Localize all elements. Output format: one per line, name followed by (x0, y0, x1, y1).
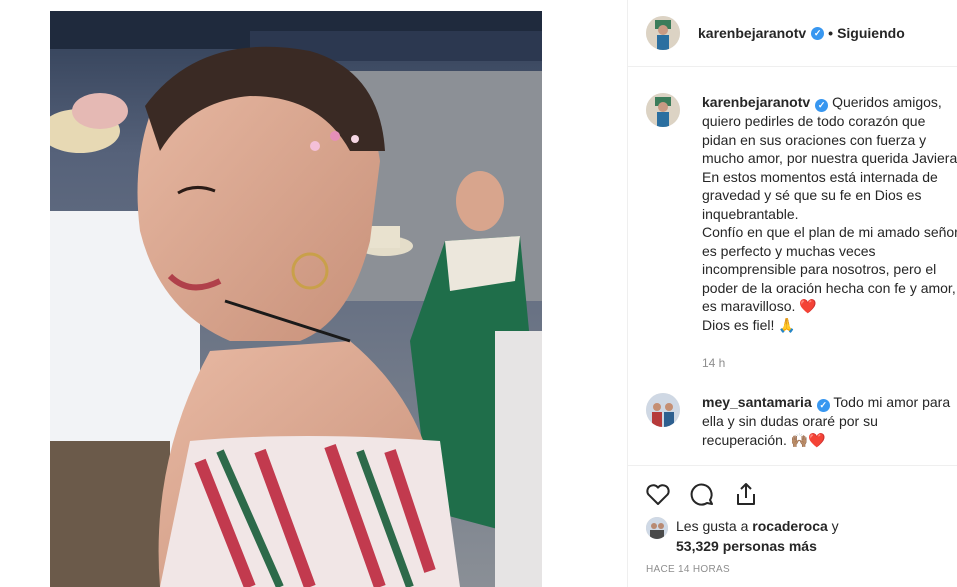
avatar-image-icon (646, 393, 680, 427)
avatar-image-icon (646, 517, 668, 539)
comment-author[interactable]: mey_santamaria (702, 394, 812, 410)
author-username[interactable]: karenbejaranotv (698, 25, 806, 41)
heart-icon-svg (646, 484, 670, 505)
post-header: karenbejaranotv ✓ • Siguiendo (628, 0, 957, 67)
share-icon[interactable] (732, 480, 760, 508)
likes-text: Les gusta a rocaderoca y 53,329 personas… (676, 517, 839, 556)
liker-avatar[interactable] (646, 517, 668, 539)
avatar-image-icon (646, 93, 680, 127)
post-photo-illustration (50, 11, 542, 587)
following-button[interactable]: Siguiendo (837, 25, 905, 41)
commenter-avatar[interactable] (646, 393, 680, 427)
posted-time[interactable]: HACE 14 HORAS (646, 564, 730, 575)
post-details-panel: karenbejaranotv ✓ • Siguiendo karenbejar… (627, 0, 957, 587)
comment-icon-svg (690, 483, 713, 506)
header-separator: • (828, 25, 834, 41)
verified-badge-icon: ✓ (811, 26, 825, 40)
caption-time[interactable]: 14 h (702, 356, 725, 370)
comments-section: karenbejaranotv ✓ Queridos amigos, quiero… (628, 68, 957, 464)
caption-author-avatar[interactable] (646, 93, 680, 127)
comment-body: mey_santamaria ✓ Todo mi amor para ella y… (702, 393, 957, 449)
likes-user[interactable]: rocaderoca (752, 518, 827, 534)
likes-connector: y (831, 518, 839, 534)
verified-badge-icon: ✓ (816, 399, 830, 412)
caption-author[interactable]: karenbejaranotv (702, 94, 810, 110)
post-actions: Les gusta a rocaderoca y 53,329 personas… (628, 465, 957, 587)
author-avatar[interactable] (646, 16, 680, 50)
likes-summary: Les gusta a rocaderoca y 53,329 personas… (646, 517, 839, 556)
verified-badge-icon: ✓ (815, 99, 829, 112)
action-buttons (644, 480, 760, 508)
likes-prefix: Les gusta a (676, 518, 749, 534)
avatar-image-icon (646, 16, 680, 50)
post-image[interactable] (50, 11, 542, 587)
caption-text: Queridos amigos, quiero pedirles de todo… (702, 94, 957, 333)
caption-body: karenbejaranotv ✓ Queridos amigos, quiero… (702, 93, 957, 334)
heart-icon[interactable] (644, 480, 672, 508)
share-icon-svg (737, 483, 755, 505)
comment-icon[interactable] (688, 480, 716, 508)
likes-count[interactable]: 53,329 personas más (676, 538, 817, 554)
